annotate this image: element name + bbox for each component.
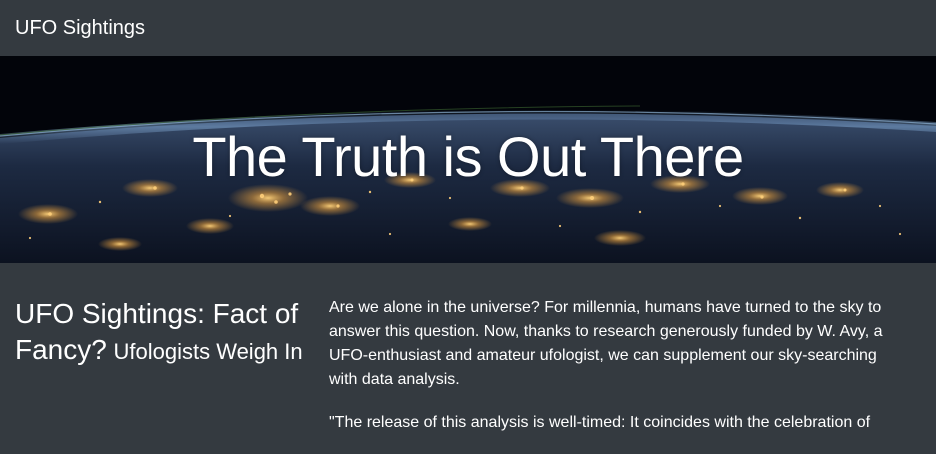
- hero-banner: The Truth is Out There: [0, 56, 936, 263]
- headline-subtitle: Ufologists Weigh In: [113, 339, 303, 364]
- article-paragraph: Are we alone in the universe? For millen…: [329, 299, 883, 388]
- article-headline: UFO Sightings: Fact of Fancy? Ufologists…: [15, 297, 305, 369]
- article-section: UFO Sightings: Fact of Fancy? Ufologists…: [0, 263, 936, 438]
- article-paragraph: "The release of this analysis is well-ti…: [329, 414, 871, 431]
- navbar: UFO Sightings: [0, 0, 936, 56]
- article-body: Are we alone in the universe? For millen…: [329, 296, 909, 454]
- hero-title: The Truth is Out There: [192, 125, 744, 188]
- navbar-brand-link[interactable]: UFO Sightings: [15, 16, 145, 40]
